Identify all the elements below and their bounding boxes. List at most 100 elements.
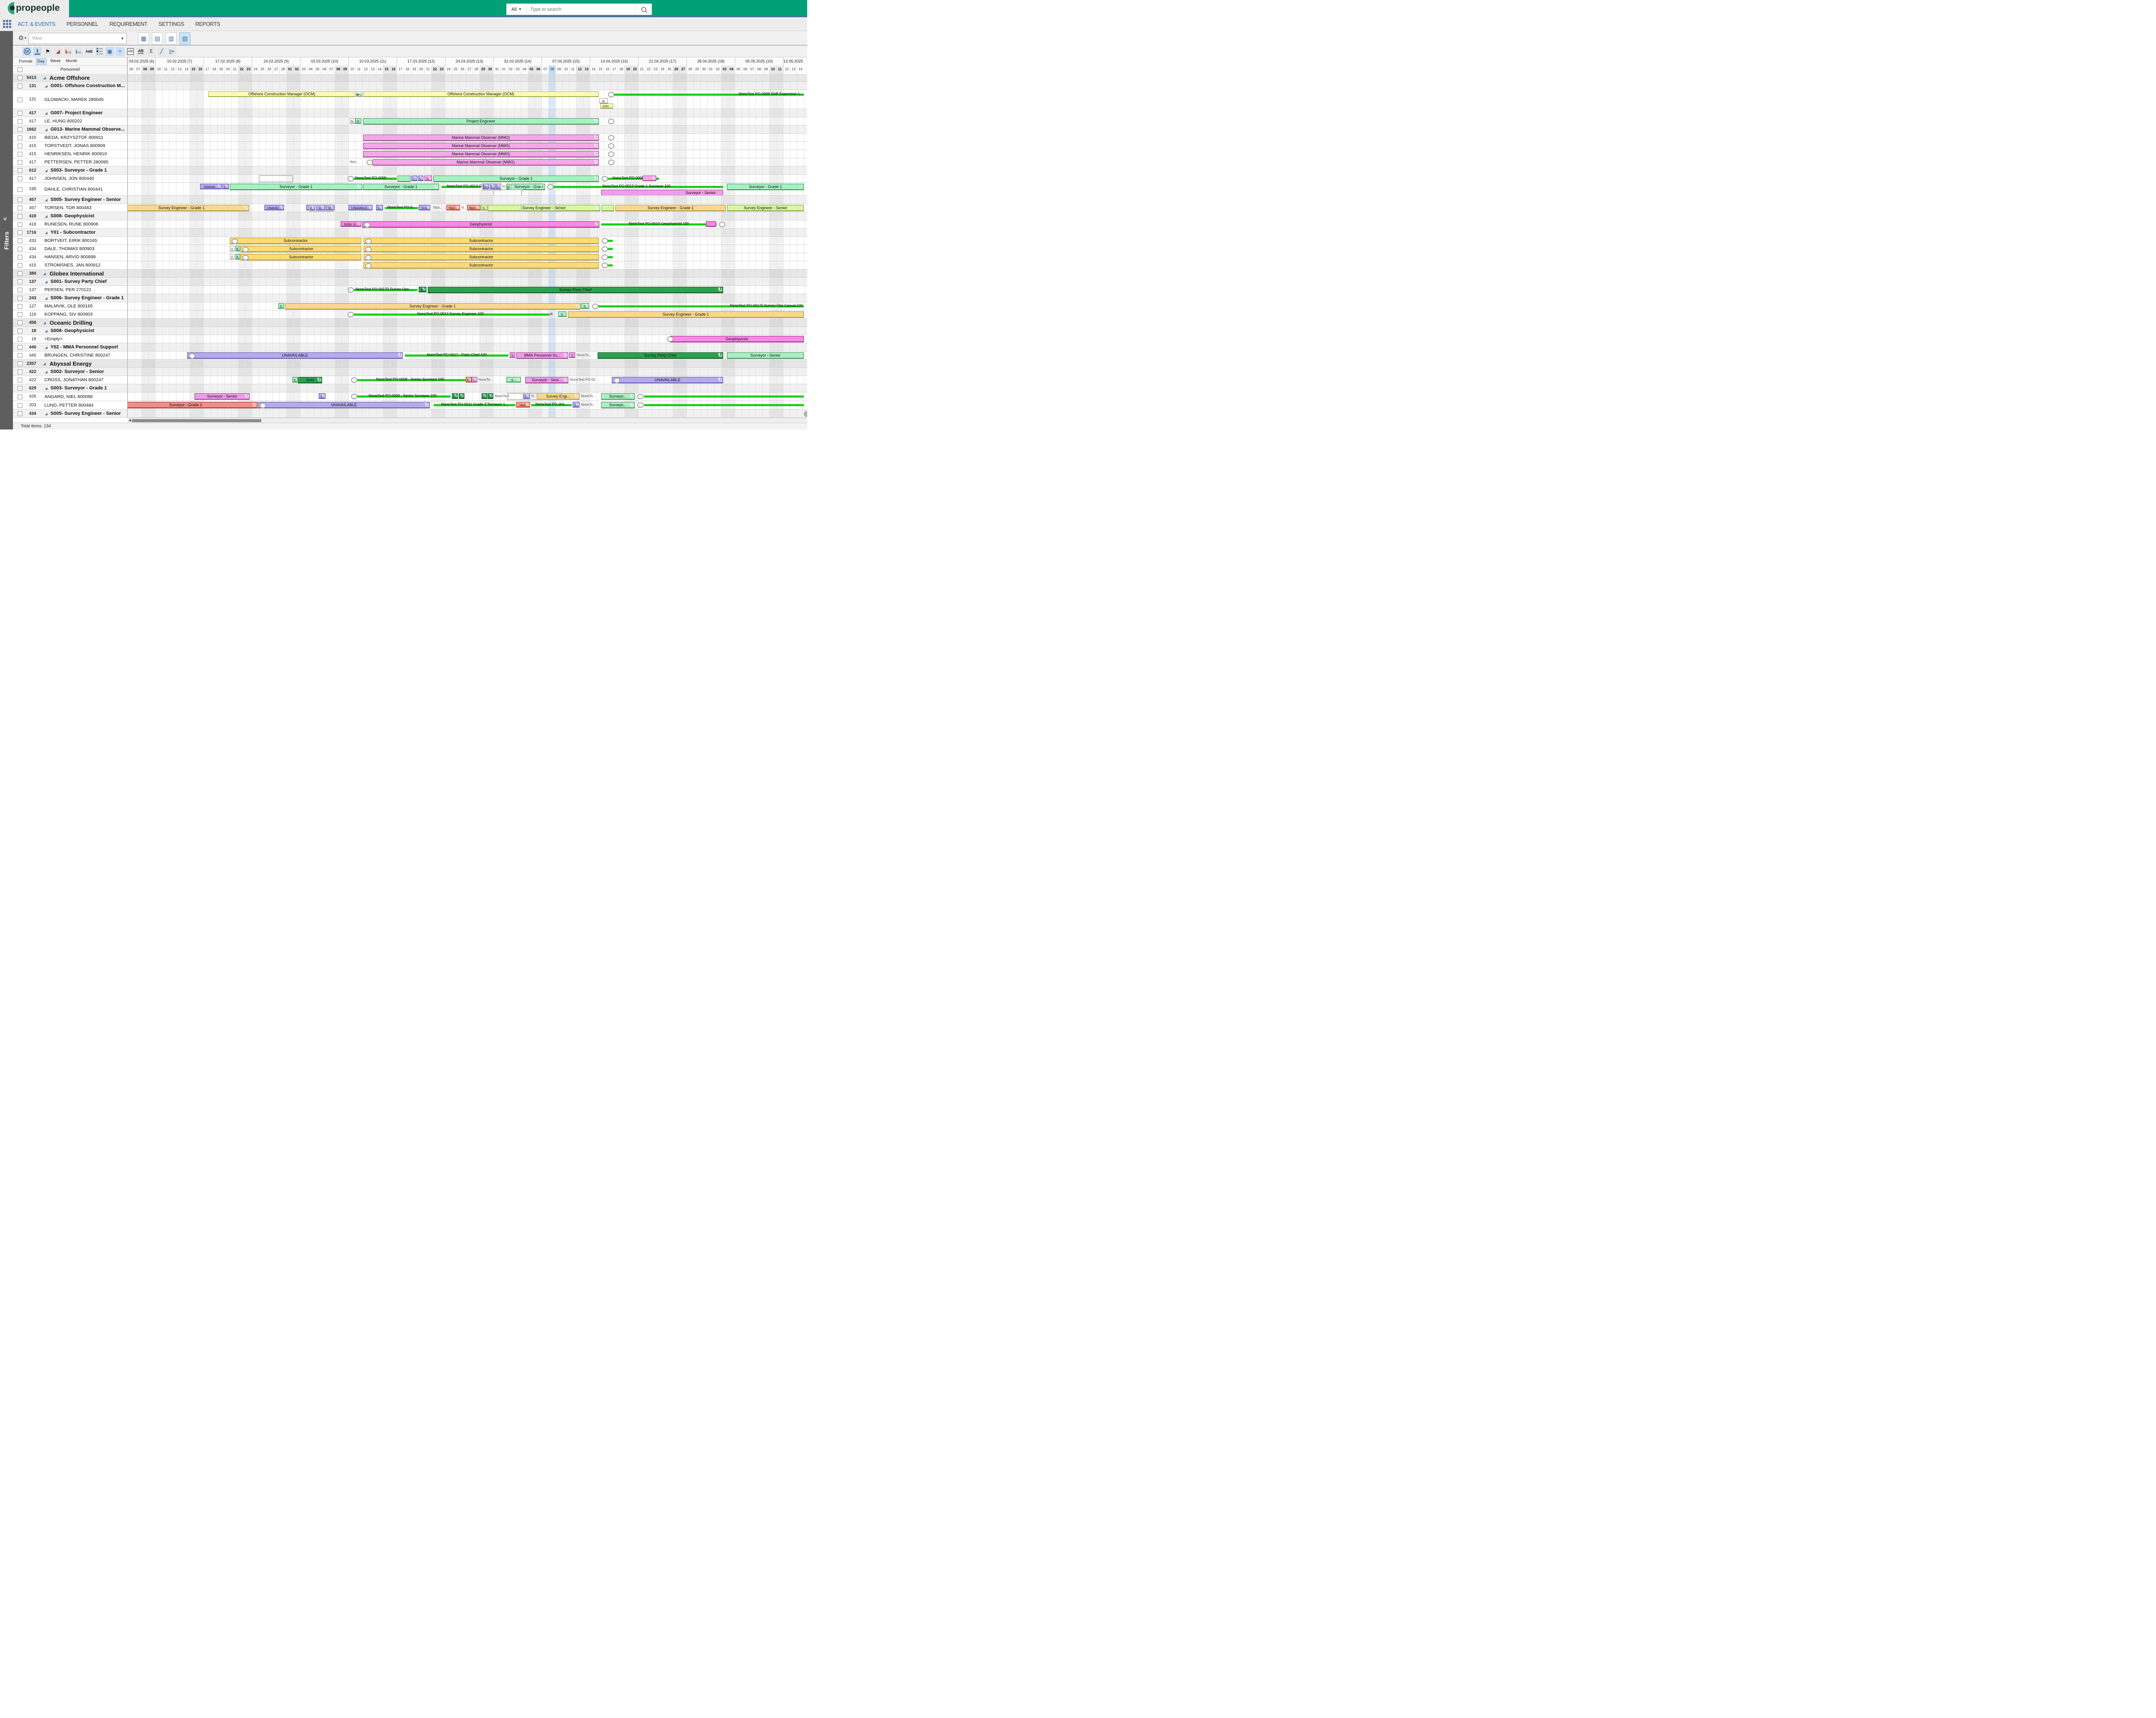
- nav-tab-requirement[interactable]: REQUIREMENT: [110, 21, 147, 27]
- gantt-chip[interactable]: UNAVAI...↻: [264, 205, 284, 210]
- assignment-bar[interactable]: Surveyor - Grade 1↻: [230, 184, 362, 190]
- expand-triangle-icon[interactable]: ◢: [45, 84, 47, 88]
- assignment-bar[interactable]: Geophysicist: [670, 336, 804, 342]
- expand-triangle-icon[interactable]: ◢: [45, 169, 47, 172]
- table-view-button[interactable]: ▦: [138, 32, 149, 44]
- gantt-chip[interactable]: ↻: [642, 176, 656, 181]
- comment-bubble-icon[interactable]: [242, 247, 249, 252]
- assignment-bar[interactable]: UNAVAILABLE↻: [612, 377, 723, 383]
- expand-triangle-icon[interactable]: ◢: [45, 386, 47, 390]
- requirement-line[interactable]: NoneText PO-00170 Survey Ops ...: [351, 289, 417, 291]
- assignment-bar[interactable]: Surveyor - Grade 1↻: [433, 176, 599, 182]
- assignment-bar[interactable]: Subcontractor: [241, 254, 361, 260]
- gantt-chip[interactable]: S.↻: [581, 303, 589, 309]
- gantt-chip[interactable]: S.↻: [488, 393, 493, 399]
- gantt-chip[interactable]: S.↻: [472, 377, 477, 382]
- panel-view-button[interactable]: ▣: [105, 47, 114, 56]
- expand-triangle-icon[interactable]: ◢: [45, 128, 47, 132]
- gantt-chip[interactable]: N.↻: [599, 98, 608, 103]
- assignment-bar[interactable]: Survey Engineer - Grade 1↻: [128, 205, 249, 211]
- gantt-chip[interactable]: S.: [235, 254, 240, 260]
- expand-triangle-icon[interactable]: ◢: [43, 321, 46, 325]
- comment-bubble-icon[interactable]: [260, 403, 266, 408]
- gantt-text-chip[interactable]: N.: [502, 184, 507, 189]
- comment-bubble-icon[interactable]: [189, 353, 195, 359]
- search-button[interactable]: [636, 4, 652, 15]
- expand-triangle-icon[interactable]: ◢: [43, 76, 46, 80]
- expand-triangle-icon[interactable]: ◢: [43, 272, 46, 276]
- comment-bubble-icon[interactable]: [637, 394, 644, 399]
- ruler-blue-button[interactable]: [74, 47, 83, 56]
- comment-bubble-icon[interactable]: [351, 377, 357, 383]
- expand-triangle-icon[interactable]: ◢: [45, 214, 47, 218]
- format-option-week[interactable]: Week: [49, 58, 62, 65]
- requirement-line[interactable]: NoneText PO-0008 - Senior Surveyor 100: [354, 379, 466, 381]
- gantt-chip[interactable]: S.: [278, 303, 284, 309]
- gantt-chip[interactable]: U.↻: [376, 205, 383, 210]
- expand-triangle-icon[interactable]: ◢: [45, 296, 47, 300]
- gantt-chip[interactable]: Y.: [230, 246, 235, 251]
- expand-triangle-icon[interactable]: ◢: [45, 329, 47, 333]
- gantt-chip[interactable]: S.↻: [452, 393, 458, 399]
- requirement-line[interactable]: NoneText PO-0011 Grade 2 Surveyor 1...: [434, 404, 515, 406]
- gantt-chip[interactable]: S.↻: [418, 176, 424, 181]
- apps-grid-icon[interactable]: [3, 20, 12, 28]
- list-view-button[interactable]: ▤: [152, 32, 163, 44]
- ruler-red-button[interactable]: [64, 47, 73, 56]
- expand-triangle-icon[interactable]: ◢: [43, 362, 46, 366]
- gantt-chip[interactable]: U.↻: [222, 184, 229, 189]
- assignment-bar[interactable]: Geophysicist↻: [362, 221, 599, 228]
- comment-bubble-icon[interactable]: [365, 255, 372, 260]
- comment-bubble-icon[interactable]: [348, 287, 354, 293]
- nav-tab-settings[interactable]: SETTINGS: [159, 21, 184, 27]
- assignment-bar[interactable]: [602, 205, 614, 211]
- red-triangle-button[interactable]: ◢: [53, 47, 63, 56]
- gantt-chip[interactable]: N.↻: [424, 176, 432, 181]
- gantt-chip[interactable]: S008- G...↻: [341, 221, 361, 227]
- assignment-bar[interactable]: Marine Mammal Observer (MMO)↻: [363, 135, 599, 141]
- comment-bubble-icon[interactable]: [637, 402, 644, 408]
- gantt-chip[interactable]: S...↻: [506, 377, 521, 382]
- gantt-chip[interactable]: U.A.↻: [419, 205, 430, 210]
- assignment-bar[interactable]: Surveyor - Grade 1↻: [363, 184, 439, 190]
- legend-list-button[interactable]: [95, 47, 104, 56]
- search-scope-dropdown[interactable]: All ▼: [507, 4, 527, 15]
- limit-10-button[interactable]: 10: [22, 47, 31, 56]
- comment-bubble-icon[interactable]: [365, 247, 372, 252]
- rename-ab-button[interactable]: AB: [136, 47, 145, 56]
- caret-down-icon[interactable]: ▼: [119, 37, 126, 41]
- gantt-view-button[interactable]: ▧: [179, 32, 191, 44]
- gantt-chip[interactable]: Non.↻: [516, 402, 530, 408]
- assignment-bar[interactable]: UNAVAILABLE↻: [187, 352, 403, 359]
- clipboard-ab-button[interactable]: A|B: [126, 47, 135, 56]
- expand-triangle-icon[interactable]: ◢: [45, 280, 47, 284]
- expand-triangle-icon[interactable]: ◢: [45, 231, 47, 235]
- gantt-chip[interactable]: T.↻: [411, 176, 417, 181]
- assignment-bar[interactable]: Surveyor - Senior: [601, 190, 723, 196]
- comment-bubble-icon[interactable]: [602, 254, 608, 260]
- comment-bubble-icon[interactable]: [602, 263, 608, 268]
- requirement-line[interactable]: NoneText PO-0013 Grade 1 Surveyor 100: [550, 186, 723, 188]
- assignment-bar[interactable]: Marine Mammal Observer (MMO)↻: [363, 151, 599, 157]
- comment-bubble-icon[interactable]: [608, 151, 614, 157]
- requirement-line[interactable]: [644, 395, 804, 398]
- cancel-x-icon[interactable]: ×: [550, 311, 553, 317]
- nav-tab-reports[interactable]: REPORTS: [195, 21, 220, 27]
- gantt-chip[interactable]: G00...↻: [600, 103, 613, 109]
- comment-bubble-icon[interactable]: [351, 394, 357, 399]
- gantt-chip[interactable]: S.: [558, 311, 566, 317]
- select-all-checkbox[interactable]: [18, 67, 22, 72]
- assignment-bar[interactable]: Subcontractor: [364, 262, 599, 269]
- gantt-text-chip[interactable]: NoneTe...: [577, 352, 595, 358]
- gantt-chip[interactable]: G.: [355, 118, 361, 124]
- requirement-line[interactable]: NoneText PO-0098 Shift Supervisor 1...: [612, 94, 804, 96]
- comment-bubble-icon[interactable]: [365, 238, 372, 244]
- comment-bubble-icon[interactable]: [348, 176, 354, 182]
- requirement-line[interactable]: NoneText PO-0010 Geophysicist 100: [601, 223, 717, 226]
- gantt-text-chip[interactable]: NoneTe...: [478, 377, 495, 382]
- assignment-bar[interactable]: Offshore Construction Manager (OCM)↻: [363, 91, 599, 97]
- gantt-chip[interactable]: S.↻: [419, 287, 426, 292]
- gantt-chip[interactable]: N.↻: [466, 377, 472, 382]
- gantt-chip[interactable]: S.: [506, 184, 510, 189]
- requirement-line[interactable]: NoneText PO-0017 - Party Chief 100: [405, 354, 508, 357]
